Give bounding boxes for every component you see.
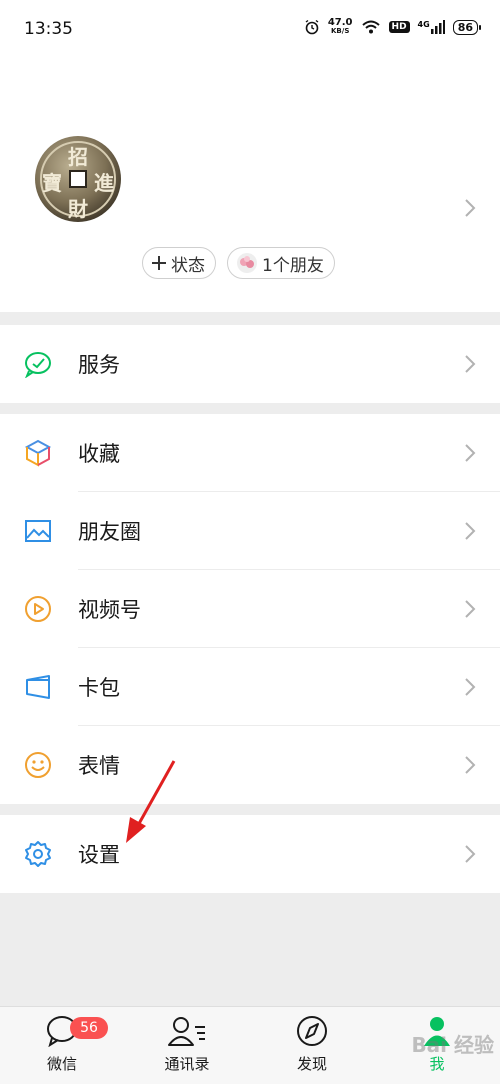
network-speed: 47.0 KB/S: [328, 18, 353, 36]
chevron-right-icon: [465, 600, 476, 618]
service-icon: [25, 352, 51, 378]
tab-discover[interactable]: 发现: [262, 1015, 362, 1074]
chevron-right-icon: [465, 199, 476, 217]
menu-item-stickers[interactable]: 表情: [0, 726, 500, 804]
menu-item-stickers-label: 表情: [78, 754, 120, 778]
status-chip[interactable]: 状态: [142, 247, 216, 279]
menu-item-favorites-label: 收藏: [78, 442, 120, 466]
menu-item-settings[interactable]: 设置: [0, 815, 500, 893]
tab-chats[interactable]: 56 微信: [12, 1015, 112, 1074]
watermark: Bai 经验: [411, 1033, 494, 1057]
settings-group: 设置: [0, 815, 500, 893]
menu-item-channels-label: 视频号: [78, 598, 141, 622]
bottom-tab-bar: 56 微信 通讯录 发现 我 Bai 经验: [0, 1006, 500, 1084]
menu-item-settings-label: 设置: [78, 843, 120, 867]
friends-chip[interactable]: 1个朋友: [227, 247, 335, 279]
profile-chips: 状态 1个朋友: [142, 247, 335, 279]
tab-contacts[interactable]: 通讯录: [137, 1015, 237, 1074]
wifi-icon: [361, 20, 380, 34]
avatar[interactable]: 招 進 財 寶: [34, 135, 122, 223]
play-circle-icon: [25, 596, 51, 622]
coin-char-bottom: 財: [68, 197, 88, 221]
tab-contacts-label: 通讯录: [164, 1055, 210, 1073]
coin-char-right: 進: [94, 171, 114, 195]
hd-badge: HD: [388, 21, 410, 33]
smiley-icon: [25, 752, 51, 778]
tab-chats-label: 微信: [46, 1055, 77, 1073]
features-group: 收藏 朋友圈 视频号 卡包 表情: [0, 414, 500, 804]
friend-avatar-icon: [237, 253, 257, 273]
cellular-signal: 4G: [418, 20, 445, 34]
compass-icon: [297, 1016, 327, 1046]
profile-card[interactable]: 招 進 財 寶 状态 1个朋友: [0, 60, 500, 312]
status-chip-label: 状态: [171, 255, 205, 276]
battery-indicator: 86: [452, 19, 482, 35]
annotation-arrow-icon: [126, 760, 176, 843]
wallet-card-icon: [26, 675, 50, 699]
chevron-right-icon: [465, 444, 476, 462]
chevron-right-icon: [465, 678, 476, 696]
coin-char-left: 寶: [42, 171, 62, 195]
friends-chip-label: 1个朋友: [262, 255, 324, 276]
alarm-icon: [305, 19, 319, 35]
cube-icon: [24, 439, 52, 467]
menu-item-moments[interactable]: 朋友圈: [0, 492, 500, 570]
menu-item-channels[interactable]: 视频号: [0, 570, 500, 648]
speed-value: 47.0: [327, 17, 353, 28]
menu-item-service-label: 服务: [78, 353, 120, 377]
chevron-right-icon: [465, 355, 476, 373]
contacts-icon: [168, 1017, 205, 1046]
status-time: 13:35: [24, 19, 73, 39]
menu-item-favorites[interactable]: 收藏: [0, 414, 500, 492]
menu-item-moments-label: 朋友圈: [78, 520, 141, 544]
gear-icon: [25, 841, 51, 867]
status-bar: 13:35 47.0 KB/S HD 4G 86: [0, 0, 500, 60]
chevron-right-icon: [465, 845, 476, 863]
menu-item-service[interactable]: 服务: [0, 325, 500, 403]
picture-icon: [25, 520, 51, 542]
unread-badge: 56: [70, 1017, 108, 1039]
service-group: 服务: [0, 325, 500, 403]
status-icons: 47.0 KB/S HD 4G 86: [304, 18, 482, 36]
tab-discover-label: 发现: [296, 1055, 327, 1073]
signal-bars-icon: [430, 20, 445, 34]
menu-item-cards[interactable]: 卡包: [0, 648, 500, 726]
speed-unit: KB/S: [331, 27, 350, 35]
chevron-right-icon: [465, 522, 476, 540]
plus-icon: [152, 256, 166, 270]
menu-item-cards-label: 卡包: [78, 676, 120, 700]
network-type-label: 4G: [417, 20, 430, 29]
coin-char-top: 招: [68, 145, 88, 169]
chevron-right-icon: [465, 756, 476, 774]
